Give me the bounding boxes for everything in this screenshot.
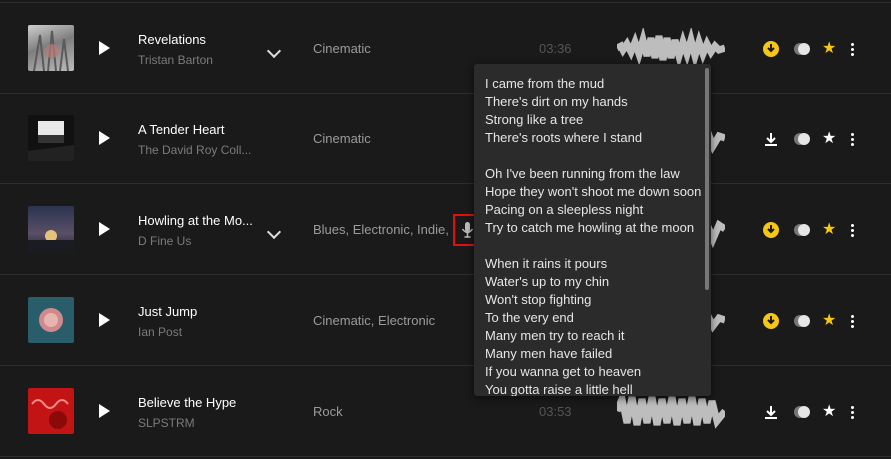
lyric-line: Water's up to my chin [485,274,610,289]
star-icon[interactable]: ★ [822,313,836,329]
track-duration: 03:36 [539,41,572,56]
lyric-line: Hope they won't shoot me down soon [485,184,702,199]
toggle-icon[interactable] [793,314,811,328]
lyric-line: When it rains it pours [485,256,608,271]
album-art [28,388,74,434]
lyrics-scrollbar[interactable] [705,68,709,290]
download-icon[interactable] [763,222,779,238]
lyric-line [485,147,707,165]
more-vertical-icon[interactable] [851,406,855,420]
track-row: Howling at the Mo... D Fine Us Blues, El… [0,184,891,275]
track-row: A Tender Heart The David Roy Coll... Cin… [0,93,891,184]
play-button[interactable] [99,222,110,236]
track-title[interactable]: Just Jump [138,304,197,319]
album-art [28,25,74,71]
track-genre: Blues, Electronic, Indie, [313,222,449,237]
lyrics-text: I came from the mud There's dirt on my h… [485,75,707,396]
toggle-icon[interactable] [793,405,811,419]
download-icon[interactable] [763,41,779,57]
track-title[interactable]: Believe the Hype [138,395,236,410]
play-button[interactable] [99,41,110,55]
chevron-down-icon[interactable] [266,43,282,59]
waveform[interactable] [617,391,725,431]
lyric-line: There's roots where I stand [485,130,643,145]
track-genre: Cinematic [313,131,371,146]
download-icon[interactable] [763,131,779,147]
toggle-icon[interactable] [793,132,811,146]
lyric-line [485,237,707,255]
track-row: Believe the Hype SLPSTRM Rock 03:53 ★ [0,366,891,457]
track-artist[interactable]: The David Roy Coll... [138,143,251,157]
play-button[interactable] [99,404,110,418]
lyrics-popup: I came from the mud There's dirt on my h… [474,64,711,396]
lyric-line: Strong like a tree [485,112,584,127]
track-artist[interactable]: D Fine Us [138,234,191,248]
lyric-line: Oh I've been running from the law [485,166,680,181]
toggle-icon[interactable] [793,223,811,237]
track-genre: Cinematic, Electronic [313,313,436,328]
toggle-icon[interactable] [793,42,811,56]
lyric-line: To the very end [485,310,574,325]
track-row: Just Jump Ian Post Cinematic, Electronic… [0,275,891,366]
waveform[interactable] [617,28,725,68]
more-vertical-icon[interactable] [851,315,855,329]
star-icon[interactable]: ★ [822,41,836,57]
album-art [28,115,74,161]
lyric-line: Pacing on a sleepless night [485,202,644,217]
track-title[interactable]: Howling at the Mo... [138,213,253,228]
star-icon[interactable]: ★ [822,222,836,238]
chevron-down-icon[interactable] [266,224,282,240]
lyric-line: If you wanna get to heaven [485,364,642,379]
track-row: Revelations Tristan Barton Cinematic 03:… [0,2,891,94]
lyric-line: There's dirt on my hands [485,94,628,109]
track-title[interactable]: A Tender Heart [138,122,224,137]
more-vertical-icon[interactable] [851,43,855,57]
track-artist[interactable]: SLPSTRM [138,416,195,430]
track-artist[interactable]: Tristan Barton [138,53,213,67]
track-artist[interactable]: Ian Post [138,325,182,339]
star-icon[interactable]: ★ [822,131,836,147]
play-button[interactable] [99,313,110,327]
lyric-line: Many men try to reach it [485,328,625,343]
download-icon[interactable] [763,404,779,420]
album-art [28,206,74,252]
lyric-line: Many men have failed [485,346,613,361]
more-vertical-icon[interactable] [851,133,855,147]
track-genre: Cinematic [313,41,371,56]
track-duration: 03:53 [539,404,572,419]
lyric-line: Try to catch me howling at the moon [485,220,695,235]
download-icon[interactable] [763,313,779,329]
star-icon[interactable]: ★ [822,404,836,420]
album-art [28,297,74,343]
track-genre: Rock [313,404,343,419]
lyric-line: You gotta raise a little hell [485,382,633,396]
more-vertical-icon[interactable] [851,224,855,238]
lyric-line: Won't stop fighting [485,292,592,307]
track-title[interactable]: Revelations [138,32,206,47]
lyric-line: I came from the mud [485,76,605,91]
play-button[interactable] [99,131,110,145]
